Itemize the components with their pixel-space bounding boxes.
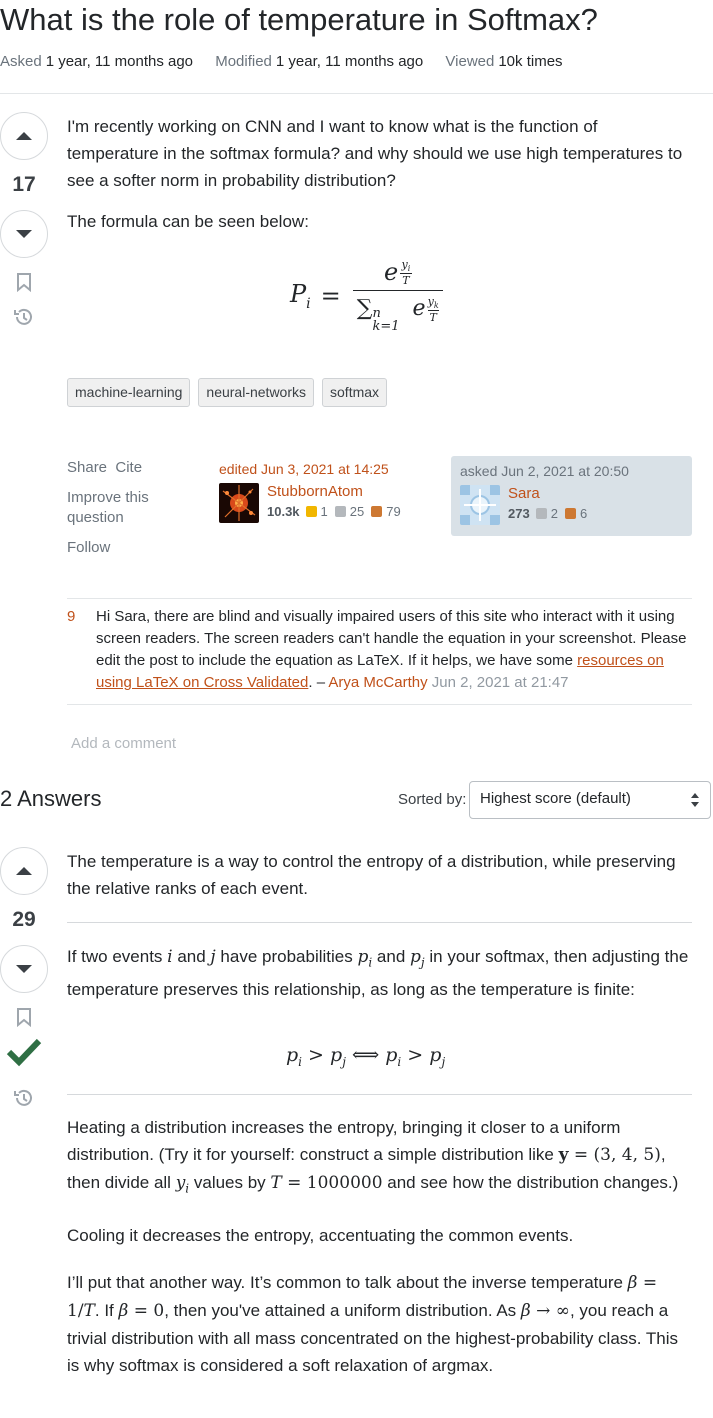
tag-list: machine-learning neural-networks softmax [67,378,388,407]
follow-link[interactable]: Follow [67,538,177,558]
select-arrows-icon [691,793,699,807]
answer-score: 29 [12,908,36,931]
formula-numerator: e yi T [384,258,412,288]
silver-badge-icon [535,508,547,519]
asked-value: 1 year, 11 months ago [45,53,194,70]
answer-paragraph: If two events i and j have probabilities… [67,947,689,1000]
answer-body: The temperature is a way to control the … [67,848,693,916]
upvote-button[interactable] [0,847,48,895]
downvote-button[interactable] [0,945,48,993]
improve-link[interactable]: Improve this question [67,488,177,528]
tag[interactable]: machine-learning [67,378,191,407]
divider [0,93,713,94]
question-body: I'm recently working on CNN and I want t… [67,113,693,249]
ranking-equation: pi > pj ⟺ pi > pj [286,1044,446,1069]
answer-paragraph: The temperature is a way to control the … [67,852,676,898]
formula-fraction: e yi T ∑ n k=1 e yk T [352,258,443,333]
sort-select[interactable]: Highest score (default) [469,781,711,819]
gold-badge-icon [305,506,317,517]
owner-user: Sara 273 2 6 [460,485,683,525]
comment-list: 9 Hi Sara, there are blind and visually … [67,598,692,705]
upvote-button[interactable] [0,112,48,160]
comment-user[interactable]: Arya McCarthy [328,674,427,691]
comment-score: 9 [67,608,76,625]
downvote-button[interactable] [0,210,48,258]
bronze-badge-icon [564,508,576,519]
viewed-value: 10k times [498,53,563,70]
answer-paragraph: Heating a distribution increases the ent… [67,1118,679,1196]
formula-lhs: Pi [290,279,311,312]
add-comment-link[interactable]: Add a comment [71,735,176,752]
sort-value: Highest score (default) [480,790,631,807]
asked-label: Asked [0,53,42,70]
owner-card: asked Jun 2, 2021 at 20:50 Sara 273 2 6 [451,456,692,536]
bookmark-icon[interactable] [15,272,33,292]
upvote-icon [16,132,32,140]
cite-link[interactable]: Cite [115,459,142,476]
softmax-formula: Pi = e yi T ∑ n k=1 e yk T [290,258,443,333]
question-meta: Asked 1 year, 11 months ago Modified 1 yea… [0,53,581,70]
question-paragraph: The formula can be seen below: [67,212,309,231]
owner-name[interactable]: Sara [508,485,594,503]
bronze-badge-icon [371,506,383,517]
editor-card: edited Jun 3, 2021 at 14:25 StubbornAtom… [219,461,439,523]
question-title[interactable]: What is the role of temperature in Softm… [0,2,598,38]
upvote-icon [16,867,32,875]
answer-body: Heating a distribution increases the ent… [67,1114,693,1393]
asked-timestamp[interactable]: asked Jun 2, 2021 at 20:50 [460,463,683,479]
bookmark-icon[interactable] [15,1007,33,1027]
comment: 9 Hi Sara, there are blind and visually … [67,598,692,705]
edited-timestamp[interactable]: edited Jun 3, 2021 at 14:25 [219,461,439,477]
answer-paragraph: I’ll put that another way. It’s common t… [67,1273,679,1376]
answers-count: 2 Answers [0,786,102,811]
tag[interactable]: softmax [322,378,388,407]
modified-label: Modified [215,53,272,70]
accepted-checkmark-icon [6,1038,42,1067]
formula-denominator: ∑ n k=1 e yk T [352,290,443,333]
owner-reputation: 273 2 6 [508,506,588,521]
history-icon[interactable] [13,1087,35,1109]
downvote-icon [16,230,32,238]
post-menu: Share Cite Improve this question Follow [67,458,177,568]
editor-name[interactable]: StubbornAtom [267,483,408,501]
history-icon[interactable] [13,306,35,328]
answer-body: If two events i and j have probabilities… [67,943,693,1017]
question-paragraph: I'm recently working on CNN and I want t… [67,117,683,190]
editor-user: StubbornAtom 10.3k 1 25 79 [219,483,439,523]
answer-divider [67,922,692,923]
editor-reputation: 10.3k 1 25 79 [267,504,401,519]
modified-value[interactable]: 1 year, 11 months ago [276,53,423,70]
answer-vote-cell: 29 [0,847,48,1109]
silver-badge-icon [334,506,346,517]
owner-avatar[interactable] [460,485,500,525]
downvote-icon [16,965,32,973]
formula-eq: = [320,281,341,310]
viewed-label: Viewed [445,53,495,70]
tag[interactable]: neural-networks [198,378,315,407]
comment-date[interactable]: Jun 2, 2021 at 21:47 [428,674,569,691]
sort-label: Sorted by: [398,791,467,808]
question-score: 17 [12,173,36,196]
comment-body: Hi Sara, there are blind and visually im… [96,608,687,691]
question-vote-cell: 17 [0,112,48,328]
answer-paragraph: Cooling it decreases the entropy, accent… [67,1226,574,1246]
answer-divider [67,1094,692,1095]
share-link[interactable]: Share [67,459,107,476]
page: What is the role of temperature in Softm… [0,0,713,1418]
editor-avatar[interactable] [219,483,259,523]
